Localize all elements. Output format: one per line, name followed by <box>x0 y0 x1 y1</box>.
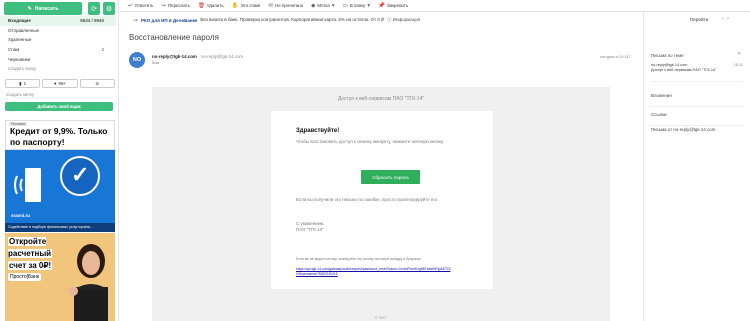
folder-icon: ▭ <box>342 2 348 9</box>
flag-icon: ▮ <box>19 80 22 86</box>
paperclip-icon: ⊘ <box>95 80 100 86</box>
ad-credit[interactable]: Реклама Кредит от 9,9%. Только по паспор… <box>5 120 115 232</box>
attachments-filter[interactable]: ⊘ <box>79 79 115 88</box>
message-toolbar: ↩ Ответить ↪ Переслать 🗑 Удалить ✋ Это спам!… <box>120 0 750 12</box>
signature: С уважением, ПАО "ТГК-14" <box>296 221 325 232</box>
folder-inbox[interactable]: Входящие 8634 / 9940 <box>0 16 116 26</box>
forward-button[interactable]: ↪ Переслать <box>161 3 190 9</box>
settings-button[interactable]: ⚙ <box>103 2 115 15</box>
reset-link[interactable]: https://api.tgk-14.com/gateway/auth/requ… <box>296 267 451 276</box>
unread-dot-icon: ● <box>53 81 57 86</box>
greeting: Здравствуйте! <box>296 128 340 134</box>
email-body: Доступ к веб-сервисам ПАО "ТГК-14" Здрав… <box>152 87 610 321</box>
refresh-icon: ⟳ <box>91 5 97 13</box>
ad-title: Кредит от 9,9%. Только по паспорту! <box>10 126 108 147</box>
sidebar: ✎ Написать ⟳ ⚙ Входящие 8634 / 9940 Отпр… <box>0 0 119 321</box>
folder-spam[interactable]: Спам 2 <box>0 45 116 55</box>
reply-icon: ↩ <box>128 2 133 9</box>
ad-header: Реклама Кредит от 9,9%. Только по паспор… <box>5 120 115 150</box>
copyright: © 2017 <box>374 316 388 320</box>
attachments-section[interactable]: Вложения <box>651 93 672 98</box>
sender-address: no-reply@tgk-14.com <box>201 54 244 59</box>
sender-name[interactable]: no-reply@tgk-14.com <box>152 54 197 59</box>
envelope-icon: ✉ <box>268 2 274 9</box>
pin-button[interactable]: 📌 Закрепить <box>378 3 408 9</box>
folder-trash[interactable]: Удаленные <box>0 35 116 45</box>
chevron-down-icon: ▾ <box>331 2 335 9</box>
recipient: Вам <box>152 61 160 65</box>
thumbs-down-icon: ✋ <box>231 2 239 9</box>
chevron-down-icon: ▾ <box>367 2 371 9</box>
flagged-filter[interactable]: ▮ 1 <box>5 79 41 88</box>
info-link[interactable]: ⓘ Информация <box>387 17 420 23</box>
folder-list: Входящие 8634 / 9940 Отправленные Удален… <box>0 16 116 74</box>
mark-unread-button[interactable]: ✉ Не прочитано <box>269 3 304 9</box>
thread-item[interactable]: no-reply@tgk-14.com 15:11 Доступ к веб-с… <box>651 63 743 73</box>
email-banner-title: Доступ к веб-сервисам ПАО "ТГК-14" <box>337 96 425 102</box>
trash-icon: 🗑 <box>197 2 205 9</box>
forward-icon: ↪ <box>161 2 166 9</box>
spam-button[interactable]: ✋ Это спам! <box>232 3 261 9</box>
ignore-text: Если вы получили это письмо по ошибке, п… <box>296 197 438 202</box>
create-folder-link[interactable]: Создать папку <box>0 64 116 74</box>
woman-photo <box>68 244 108 321</box>
folder-sent[interactable]: Отправленные <box>0 26 116 36</box>
close-icon[interactable]: ✕ <box>737 51 741 57</box>
divider <box>651 125 743 126</box>
divider <box>651 81 743 82</box>
fallback-note: Если вы не видите кнопку, скопируйте эту… <box>296 257 422 261</box>
bank-logo: Просто|Банк <box>8 273 41 281</box>
divider <box>651 106 743 107</box>
tag-icon: ◆ <box>311 2 316 9</box>
checkmark-icon: ✓ <box>71 162 90 187</box>
instruction-text: Чтобы восстановить доступ к своему аккау… <box>296 139 444 144</box>
avatar: NO <box>129 52 145 68</box>
star-icon[interactable]: ☆ <box>626 53 631 60</box>
ad-title: Откройте расчетный счет за 0₽! <box>8 237 53 270</box>
reply-button[interactable]: ↩ Ответить <box>128 3 153 9</box>
add-mailbox-button[interactable]: Добавить свой ящик <box>5 102 113 111</box>
compose-button[interactable]: ✎ Написать <box>4 2 82 15</box>
ad-caption: Содействие в подборе финансовых услуг/ор… <box>5 223 115 232</box>
arrow-icon: ➜ <box>133 17 139 24</box>
links-section[interactable]: Ссылки <box>651 112 666 117</box>
reset-password-button[interactable]: Сбросить пароль <box>361 170 420 184</box>
sender: no-reply@tgk-14.com no-reply@tgk-14.com <box>152 54 243 59</box>
ad-brand: sravni.ru <box>11 213 31 218</box>
email-subject: Восстановление пароля <box>129 33 219 42</box>
refresh-button[interactable]: ⟳ <box>88 2 100 15</box>
folder-drafts[interactable]: Черновики <box>0 54 116 64</box>
gear-icon: ⚙ <box>105 5 113 13</box>
label-button[interactable]: ◆ Метка ▾ <box>311 3 334 9</box>
pencil-icon: ✎ <box>27 5 32 12</box>
unread-filter[interactable]: ● 99+ <box>42 79 78 88</box>
pin-icon: 📌 <box>378 2 385 9</box>
sender-letters-link[interactable]: Письма от no-reply@tgk-14.com <box>651 127 715 132</box>
email-date: сегодня в 15:11 <box>600 54 629 59</box>
email-card: Здравствуйте! Чтобы восстановить доступ … <box>271 111 493 289</box>
delete-button[interactable]: 🗑 Удалить <box>198 3 224 9</box>
filter-chips: ▮ 1 ● 99+ ⊘ <box>5 79 115 88</box>
create-tag-link[interactable]: Создать метку <box>6 92 34 97</box>
move-to-folder-button[interactable]: ▭ В папку ▾ <box>343 3 370 9</box>
thread-title: Письма по теме <box>651 53 684 58</box>
right-panel: Письма по теме ✕ no-reply@tgk-14.com 15:… <box>643 13 750 321</box>
wifi-card-icon <box>14 168 41 202</box>
ad-bank[interactable]: Откройте расчетный счет за 0₽! Просто|Ба… <box>5 233 115 321</box>
